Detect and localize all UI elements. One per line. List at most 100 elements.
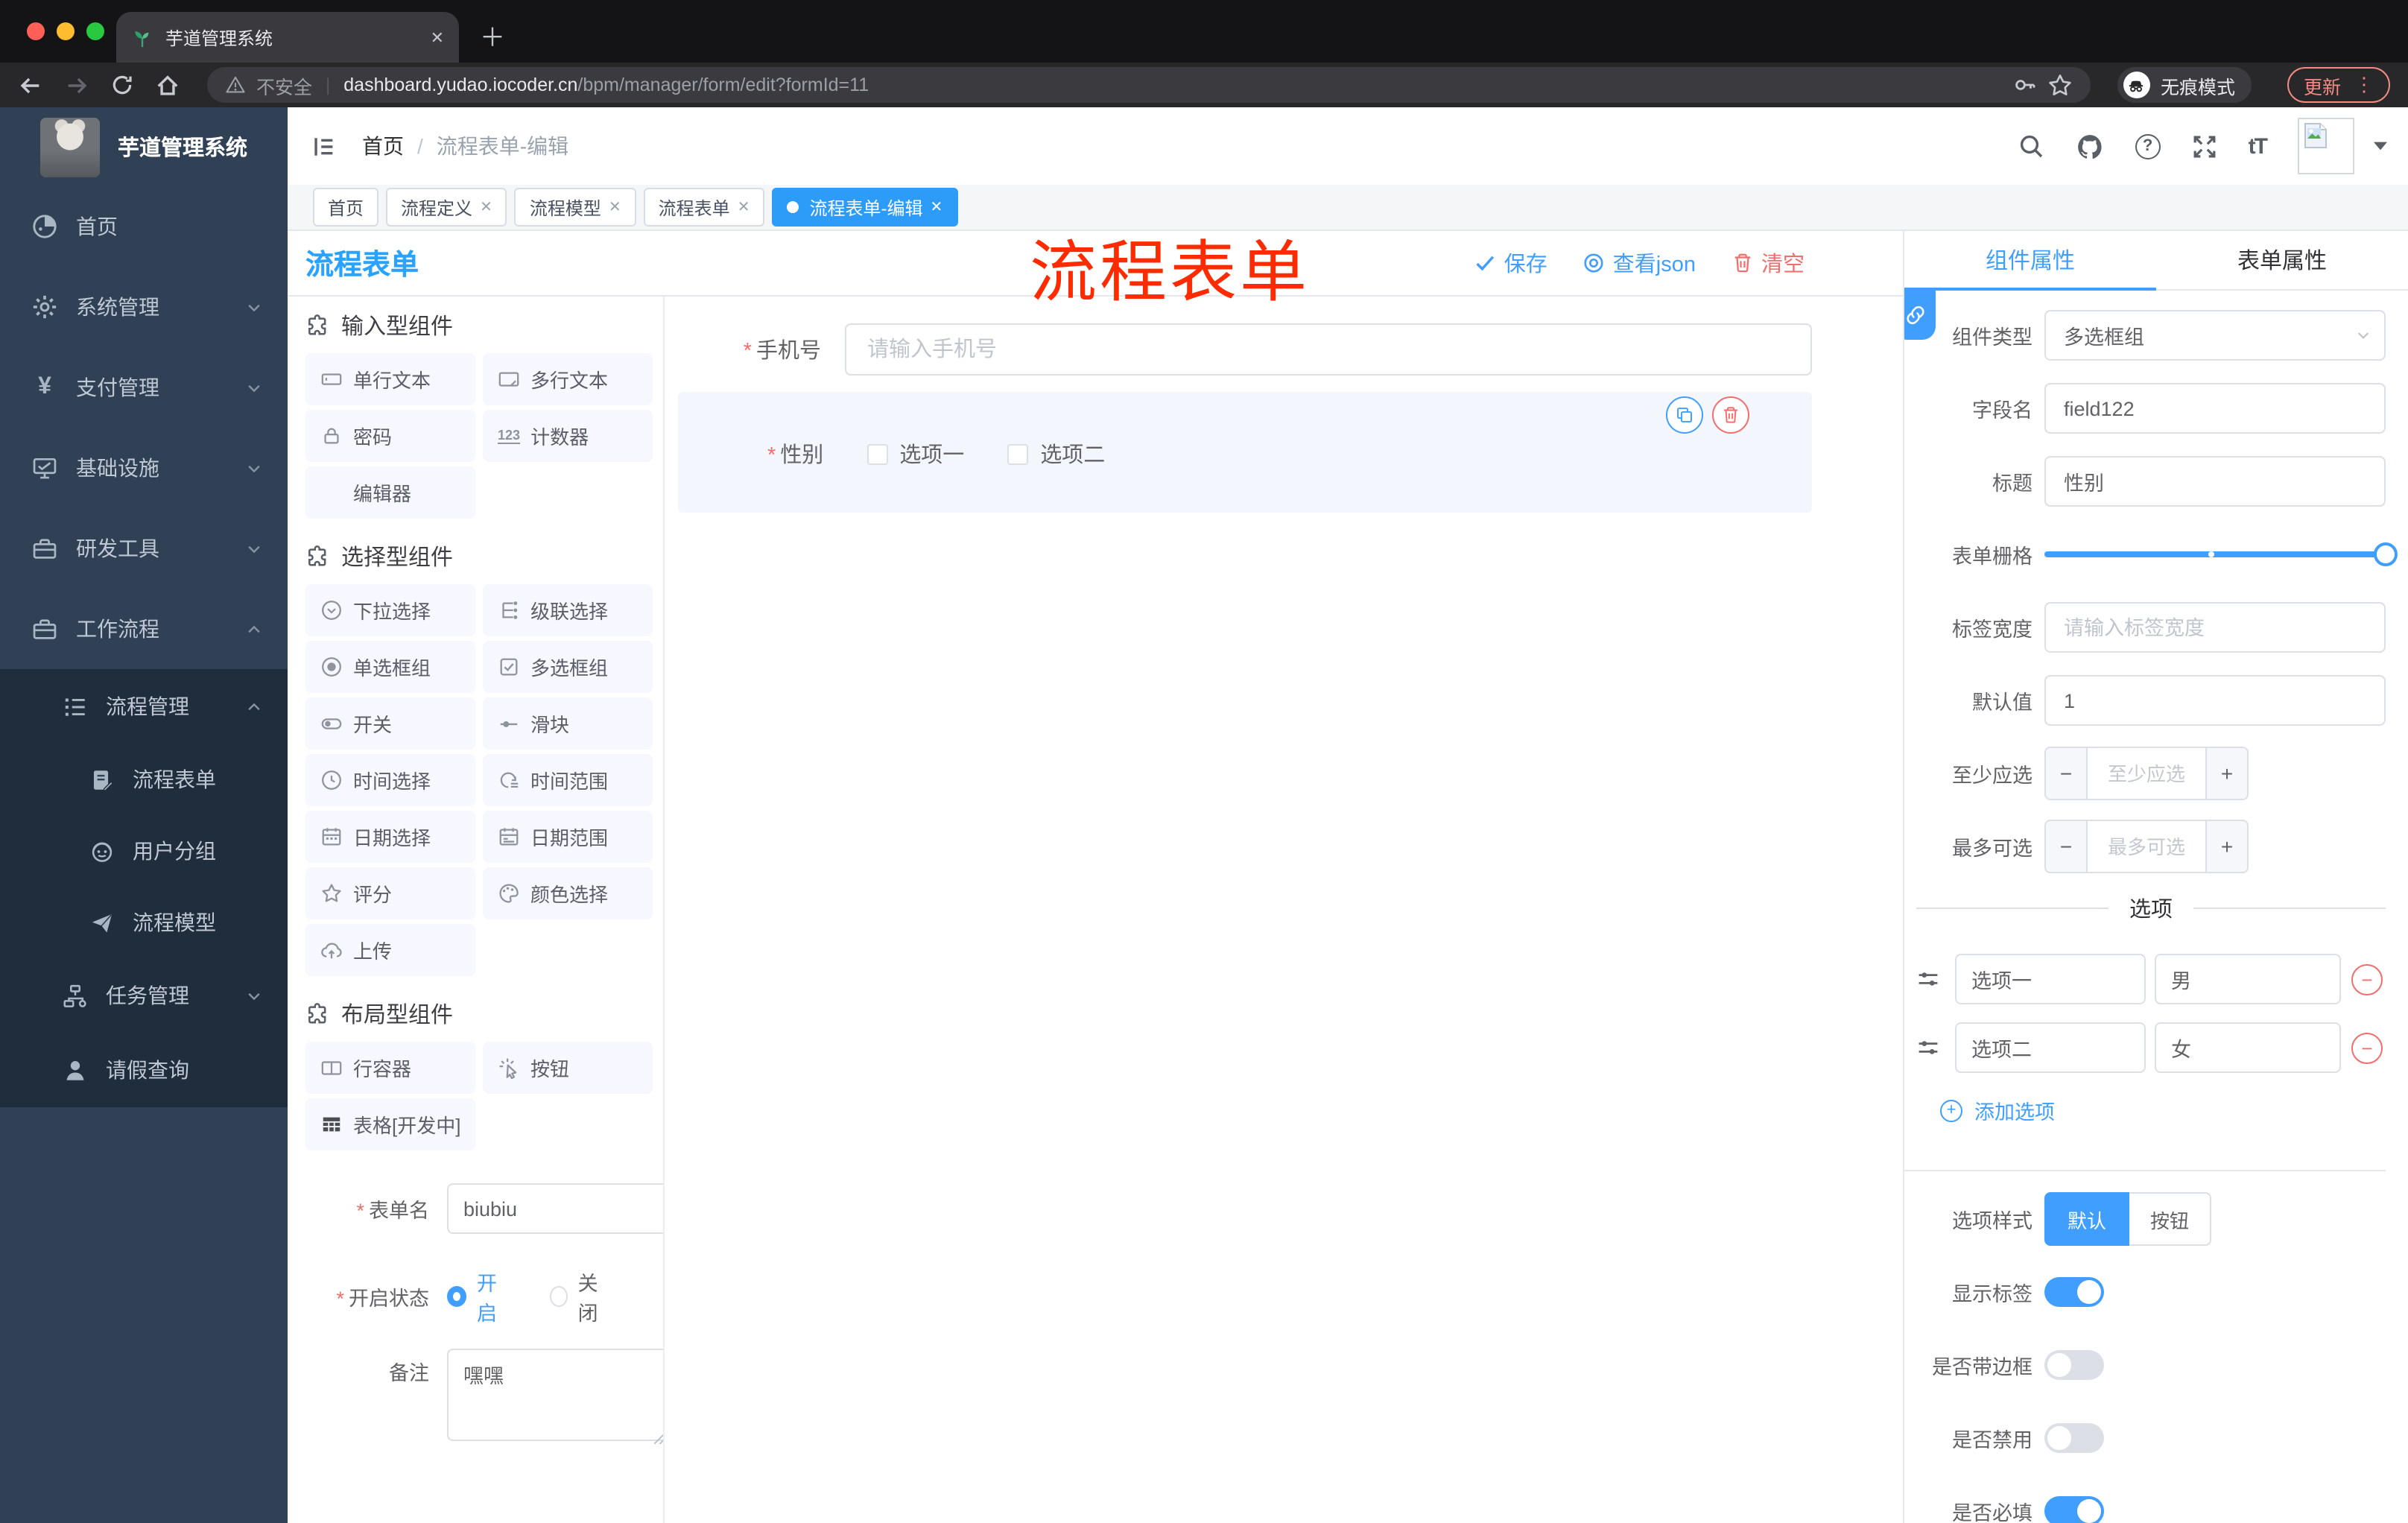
min-select-input[interactable]	[2088, 748, 2205, 799]
drag-handle-icon[interactable]	[1916, 967, 1940, 991]
palette-item-radio-group[interactable]: 单选框组	[305, 641, 475, 693]
window-zoom-button[interactable]	[86, 22, 104, 40]
add-option-button[interactable]: + 添加选项	[1940, 1095, 2408, 1125]
sidebar-item-task-management[interactable]: 任务管理	[0, 958, 288, 1033]
stepper-plus-button[interactable]: +	[2205, 821, 2247, 872]
palette-item-date-picker[interactable]: 日期选择	[305, 811, 475, 863]
option-label-input[interactable]	[1955, 954, 2146, 1004]
search-icon[interactable]	[2018, 133, 2044, 159]
grid-slider[interactable]	[2044, 528, 2398, 581]
tag-process-form-edit[interactable]: 流程表单-编辑 ✕	[772, 188, 958, 227]
palette-item-row-container[interactable]: 行容器	[305, 1042, 475, 1094]
home-icon[interactable]	[155, 72, 180, 98]
palette-item-rate[interactable]: 评分	[305, 867, 475, 919]
password-key-icon[interactable]	[2013, 73, 2037, 97]
forward-icon[interactable]	[64, 72, 89, 98]
palette-item-date-range[interactable]: 日期范围	[483, 811, 653, 863]
status-radio-off[interactable]: 关闭	[549, 1267, 612, 1326]
form-canvas[interactable]: *手机号 *性别 选项一 选项二	[665, 297, 1903, 1523]
palette-item-editor[interactable]: 编辑器	[305, 466, 475, 519]
form-name-input[interactable]	[447, 1183, 663, 1234]
remove-option-button[interactable]: −	[2351, 963, 2383, 995]
gender-option-2[interactable]: 选项二	[1007, 438, 1105, 469]
avatar[interactable]	[2298, 118, 2354, 174]
view-json-button[interactable]: 查看json	[1583, 247, 1696, 279]
drag-handle-icon[interactable]	[1916, 1036, 1940, 1060]
new-tab-button[interactable]: ＋	[480, 16, 505, 63]
remove-option-button[interactable]: −	[2351, 1032, 2383, 1063]
phone-input[interactable]	[845, 323, 1812, 376]
browser-update-button[interactable]: 更新 ⋮	[2287, 67, 2390, 103]
bookmark-star-icon[interactable]	[2047, 72, 2073, 98]
palette-item-time-range[interactable]: 时间范围	[483, 754, 653, 806]
tag-close-icon[interactable]: ✕	[609, 199, 621, 215]
palette-item-multi-text[interactable]: 多行文本	[483, 353, 653, 405]
sidebar-item-devtools[interactable]: 研发工具	[0, 508, 288, 589]
max-select-input[interactable]	[2088, 821, 2205, 872]
sidebar-item-workflow[interactable]: 工作流程	[0, 589, 288, 669]
sidebar-item-infra[interactable]: 基础设施	[0, 428, 288, 508]
palette-item-slider[interactable]: 滑块	[483, 697, 653, 750]
window-minimize-button[interactable]	[57, 22, 75, 40]
tag-process-definition[interactable]: 流程定义 ✕	[386, 188, 507, 227]
tag-process-form[interactable]: 流程表单 ✕	[643, 188, 765, 227]
slider-handle[interactable]	[2374, 542, 2398, 566]
clear-button[interactable]: 清空	[1731, 247, 1805, 279]
sidebar-item-user-group[interactable]: 用户分组	[0, 815, 288, 887]
label-width-input[interactable]	[2044, 602, 2386, 653]
required-toggle[interactable]	[2044, 1496, 2104, 1523]
sidebar-item-payment[interactable]: ¥ 支付管理	[0, 347, 288, 428]
palette-item-single-text[interactable]: 单行文本	[305, 353, 475, 405]
palette-item-color-picker[interactable]: 颜色选择	[483, 867, 653, 919]
sidebar-item-home[interactable]: 首页	[0, 186, 288, 267]
disabled-toggle[interactable]	[2044, 1423, 2104, 1453]
component-type-select[interactable]: 多选框组	[2044, 310, 2386, 361]
window-close-button[interactable]	[27, 22, 45, 40]
app-logo[interactable]: 芋道管理系统	[0, 107, 288, 186]
tag-close-icon[interactable]: ✕	[480, 199, 492, 215]
duplicate-component-button[interactable]	[1666, 396, 1703, 434]
palette-item-counter[interactable]: 123 计数器	[483, 410, 653, 462]
gender-option-1[interactable]: 选项一	[866, 438, 964, 469]
title-input[interactable]	[2044, 456, 2386, 507]
tag-close-icon[interactable]: ✕	[738, 199, 750, 215]
github-icon[interactable]	[2076, 132, 2104, 160]
fullscreen-icon[interactable]	[2192, 133, 2217, 159]
save-button[interactable]: 保存	[1474, 247, 1547, 279]
field-name-input[interactable]	[2044, 383, 2386, 434]
sidebar-item-process-form[interactable]: 流程表单	[0, 744, 288, 815]
checkbox-icon[interactable]	[1007, 443, 1029, 464]
option-label-input[interactable]	[1955, 1022, 2146, 1073]
palette-item-upload[interactable]: 上传	[305, 924, 475, 976]
stepper-minus-button[interactable]: −	[2046, 748, 2088, 799]
sidebar-item-process-model[interactable]: 流程模型	[0, 887, 288, 958]
breadcrumb-home[interactable]: 首页	[362, 131, 404, 161]
tab-form-props[interactable]: 表单属性	[2156, 231, 2408, 289]
checkbox-icon[interactable]	[866, 443, 888, 464]
tab-close-icon[interactable]: ✕	[431, 28, 444, 47]
sidebar-item-system[interactable]: 系统管理	[0, 267, 288, 347]
palette-item-cascader[interactable]: 级联选择	[483, 584, 653, 636]
remark-textarea[interactable]: 嘿嘿	[447, 1349, 663, 1441]
palette-item-table[interactable]: 表格[开发中]	[305, 1098, 475, 1150]
panel-collapse-link-button[interactable]	[1904, 291, 1936, 340]
palette-item-time-picker[interactable]: 时间选择	[305, 754, 475, 806]
tag-close-icon[interactable]: ✕	[930, 199, 942, 215]
option-value-input[interactable]	[2155, 1022, 2341, 1073]
font-size-icon[interactable]: tT	[2249, 133, 2268, 159]
browser-menu-icon[interactable]: ⋮	[2354, 73, 2374, 97]
stepper-plus-button[interactable]: +	[2205, 748, 2247, 799]
browser-tab[interactable]: 芋道管理系统 ✕	[116, 12, 459, 63]
palette-item-checkbox-group[interactable]: 多选框组	[483, 641, 653, 693]
help-icon[interactable]: ?	[2135, 133, 2161, 159]
reload-icon[interactable]	[110, 73, 134, 97]
sidebar-item-process-management[interactable]: 流程管理	[0, 669, 288, 744]
avatar-dropdown-caret-icon[interactable]	[2374, 142, 2387, 151]
option-value-input[interactable]	[2155, 954, 2341, 1004]
style-button-button[interactable]: 按钮	[2129, 1192, 2211, 1246]
stepper-minus-button[interactable]: −	[2046, 821, 2088, 872]
border-toggle[interactable]	[2044, 1350, 2104, 1380]
status-radio-on[interactable]: 开启	[447, 1267, 510, 1326]
tag-home[interactable]: 首页	[313, 188, 379, 227]
address-bar[interactable]: 不安全 | dashboard.yudao.iocoder.cn/bpm/man…	[207, 67, 2091, 103]
